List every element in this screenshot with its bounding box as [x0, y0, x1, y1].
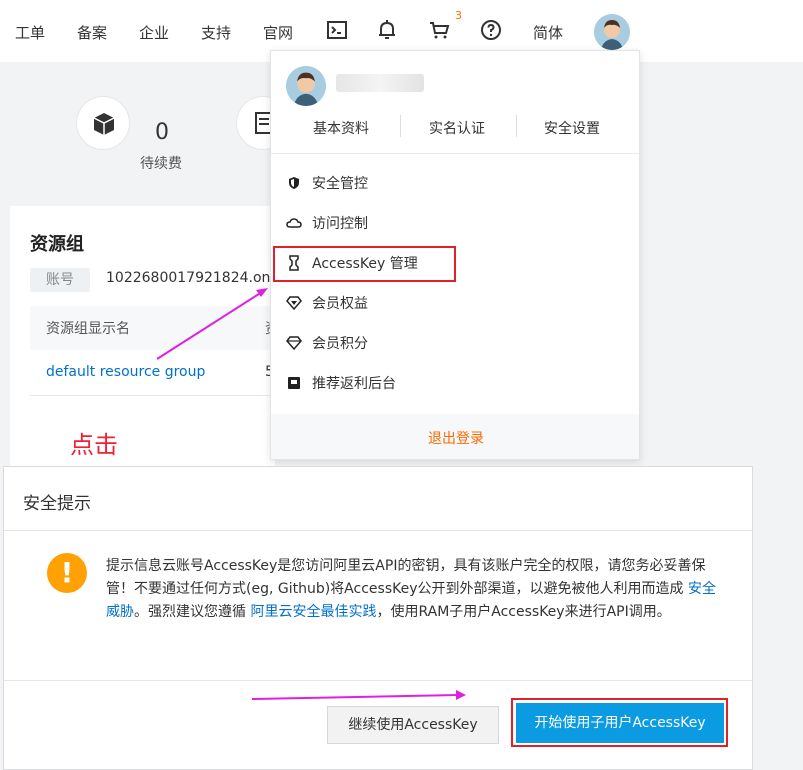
account-tag: 账号	[30, 268, 90, 292]
warning-icon: !	[47, 553, 87, 593]
menu-item-referral-rebate[interactable]: 推荐返利后台	[286, 371, 446, 395]
dropdown-avatar	[286, 66, 326, 106]
menu-item-access-control[interactable]: 访问控制	[286, 211, 446, 235]
nav-ticket[interactable]: 工单	[15, 22, 45, 43]
menu-item-label: 安全管控	[312, 176, 368, 192]
cloud-icon	[286, 215, 302, 231]
terminal-icon[interactable]	[325, 18, 349, 42]
menu-item-label: 推荐返利后台	[312, 376, 396, 392]
box-icon	[93, 113, 115, 135]
nav-filing[interactable]: 备案	[77, 22, 107, 43]
menu-item-label: 访问控制	[312, 216, 368, 232]
menu-item-member-benefits[interactable]: 会员权益	[286, 291, 446, 315]
accesskey-highlight-box	[273, 246, 456, 282]
tab-separator	[516, 115, 517, 137]
avatar-icon	[594, 14, 630, 50]
blurred-username	[336, 74, 424, 92]
stats-area	[0, 62, 270, 202]
user-avatar[interactable]	[594, 14, 630, 50]
account-value: 1022680017921824.onaliy	[106, 270, 296, 286]
card-icon	[286, 375, 302, 391]
dialog-title: 安全提示	[23, 494, 91, 514]
row-divider	[30, 395, 275, 396]
tab-security-settings[interactable]: 安全设置	[544, 118, 600, 138]
best-practice-link[interactable]: 阿里云安全最佳实践	[250, 604, 376, 620]
shield-icon	[286, 175, 302, 191]
menu-item-label: 会员积分	[312, 336, 368, 352]
menu-item-member-points[interactable]: 会员积分	[286, 331, 446, 355]
renewal-count[interactable]: 0	[155, 120, 169, 145]
cart-icon[interactable]	[428, 18, 452, 42]
stat-box-icon-circle	[76, 96, 130, 150]
resource-group-link[interactable]: default resource group	[46, 364, 205, 380]
nav-official-site[interactable]: 官网	[263, 22, 293, 43]
bell-icon[interactable]	[375, 18, 399, 42]
dialog-message: 提示信息云账号AccessKey是您访问阿里云API的密钥，具有该账户完全的权限…	[106, 558, 716, 620]
menu-item-security-control[interactable]: 安全管控	[286, 171, 446, 195]
logout-button[interactable]: 退出登录	[428, 428, 484, 448]
diamond-outline-icon	[286, 335, 302, 351]
resource-group-title: 资源组	[30, 234, 84, 255]
renewal-label: 待续费	[140, 156, 182, 172]
column-header-name: 资源组显示名	[46, 321, 130, 337]
language-switch[interactable]: 简体	[533, 22, 563, 43]
dropdown-divider	[271, 153, 639, 154]
menu-item-label: 会员权益	[312, 296, 368, 312]
primary-button-highlight-box	[511, 698, 728, 747]
tab-basic-info[interactable]: 基本资料	[313, 118, 369, 138]
tab-real-name[interactable]: 实名认证	[429, 118, 485, 138]
diamond-icon	[286, 295, 302, 311]
continue-accesskey-button[interactable]: 继续使用AccessKey	[327, 706, 499, 744]
nav-support[interactable]: 支持	[201, 22, 231, 43]
nav-enterprise[interactable]: 企业	[139, 22, 169, 43]
tab-separator	[400, 115, 401, 137]
dialog-footer-divider	[4, 680, 752, 681]
click-annotation: 点击	[70, 431, 118, 459]
cart-count-badge: 3	[455, 9, 462, 22]
dialog-divider	[4, 530, 752, 531]
help-icon[interactable]	[479, 18, 503, 42]
avatar-icon	[286, 66, 326, 106]
